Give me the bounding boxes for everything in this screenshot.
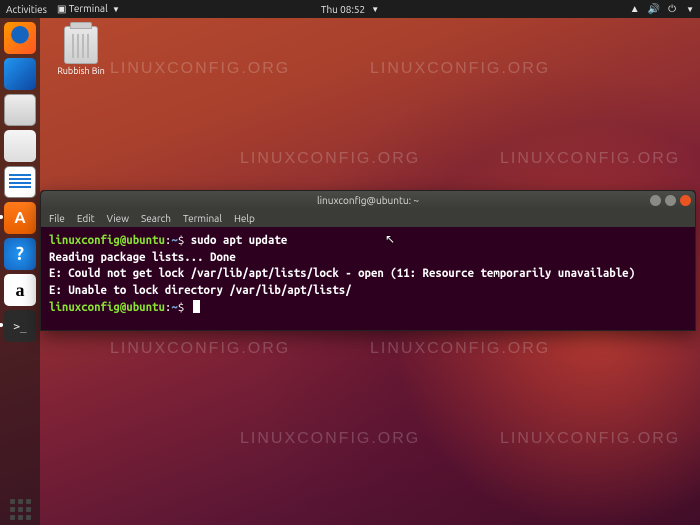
dock-software[interactable] xyxy=(4,202,36,234)
menu-view[interactable]: View xyxy=(107,213,129,224)
chevron-down-icon: ▼ xyxy=(686,5,694,14)
menu-edit[interactable]: Edit xyxy=(77,213,95,224)
system-tray[interactable]: ▲ 🔊 ⏻ ▼ xyxy=(630,3,694,15)
terminal-body[interactable]: linuxconfig@ubuntu:~$ sudo apt update Re… xyxy=(41,227,695,330)
watermark: LINUXCONFIG.ORG xyxy=(370,340,550,358)
menu-file[interactable]: File xyxy=(49,213,65,224)
terminal-icon: ▣ xyxy=(57,3,66,14)
dock-files[interactable] xyxy=(4,94,36,126)
app-menu-label: Terminal xyxy=(69,3,108,14)
trash-icon xyxy=(64,26,98,64)
window-titlebar[interactable]: linuxconfig@ubuntu: ~ xyxy=(41,191,695,209)
window-close-button[interactable] xyxy=(680,195,691,206)
watermark: LINUXCONFIG.ORG xyxy=(240,150,420,168)
menu-search[interactable]: Search xyxy=(141,213,171,224)
dock-rhythmbox[interactable] xyxy=(4,130,36,162)
volume-icon[interactable]: 🔊 xyxy=(648,3,660,15)
terminal-window: linuxconfig@ubuntu: ~ File Edit View Sea… xyxy=(40,190,696,331)
watermark: LINUXCONFIG.ORG xyxy=(370,60,550,78)
watermark: LINUXCONFIG.ORG xyxy=(110,340,290,358)
window-minimize-button[interactable] xyxy=(650,195,661,206)
dock xyxy=(0,18,40,525)
dock-terminal[interactable] xyxy=(4,310,36,342)
watermark: LINUXCONFIG.ORG xyxy=(500,150,680,168)
dock-thunderbird[interactable] xyxy=(4,58,36,90)
chevron-down-icon: ▼ xyxy=(371,5,379,14)
watermark: LINUXCONFIG.ORG xyxy=(110,60,290,78)
watermark: LINUXCONFIG.ORG xyxy=(500,430,680,448)
menu-terminal[interactable]: Terminal xyxy=(183,213,222,224)
power-icon[interactable]: ⏻ xyxy=(668,3,676,15)
window-title: linuxconfig@ubuntu: ~ xyxy=(317,195,419,206)
dock-firefox[interactable] xyxy=(4,22,36,54)
terminal-menubar: File Edit View Search Terminal Help xyxy=(41,209,695,227)
dock-amazon[interactable] xyxy=(4,274,36,306)
window-maximize-button[interactable] xyxy=(665,195,676,206)
chevron-down-icon: ▼ xyxy=(112,5,120,14)
trash-label: Rubbish Bin xyxy=(52,66,110,76)
clock[interactable]: Thu 08:52 xyxy=(321,4,365,15)
mouse-pointer-icon: ↖ xyxy=(385,232,395,246)
menu-help[interactable]: Help xyxy=(234,213,255,224)
activities-button[interactable]: Activities xyxy=(6,4,47,15)
network-icon[interactable]: ▲ xyxy=(630,3,640,15)
desktop-screen: Activities ▣ Terminal ▼ Thu 08:52 ▼ ▲ 🔊 … xyxy=(0,0,700,525)
trash-desktop-icon[interactable]: Rubbish Bin xyxy=(52,26,110,76)
dock-writer[interactable] xyxy=(4,166,36,198)
show-applications-button[interactable] xyxy=(4,493,36,525)
dock-help[interactable] xyxy=(4,238,36,270)
app-menu[interactable]: ▣ Terminal ▼ xyxy=(57,3,120,15)
watermark: LINUXCONFIG.ORG xyxy=(240,430,420,448)
top-bar: Activities ▣ Terminal ▼ Thu 08:52 ▼ ▲ 🔊 … xyxy=(0,0,700,18)
